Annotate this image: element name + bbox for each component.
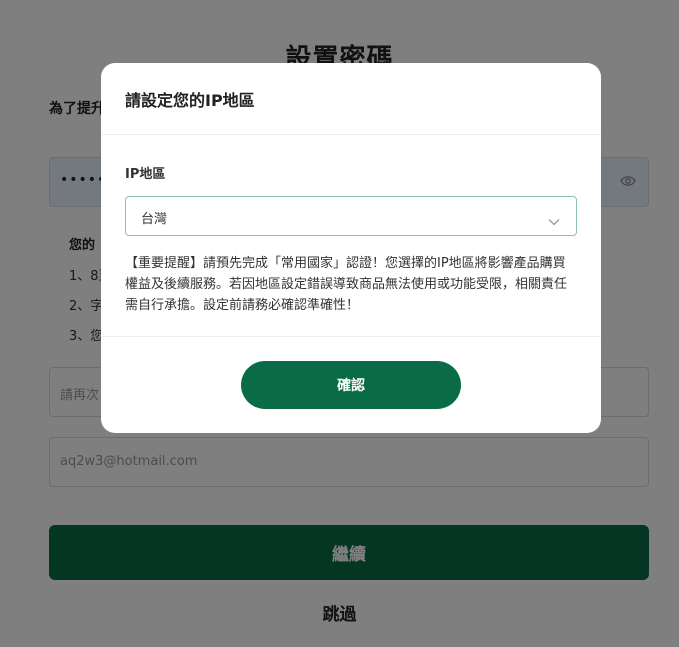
ip-region-selected-value: 台灣 bbox=[141, 212, 168, 227]
chevron-down-icon bbox=[548, 211, 560, 230]
ip-region-label: IP地區 bbox=[125, 167, 166, 182]
ip-region-modal: 請設定您的IP地區 IP地區 台灣 【重要提醒】請預先完成「常用國家」認證！您選… bbox=[101, 63, 601, 433]
modal-divider bbox=[101, 336, 601, 337]
ip-region-select[interactable]: 台灣 bbox=[125, 196, 577, 236]
modal-title: 請設定您的IP地區 bbox=[101, 63, 601, 135]
confirm-button[interactable]: 確認 bbox=[241, 361, 461, 409]
region-notice: 【重要提醒】請預先完成「常用國家」認證！您選擇的IP地區將影響產品購買權益及後續… bbox=[125, 256, 568, 313]
